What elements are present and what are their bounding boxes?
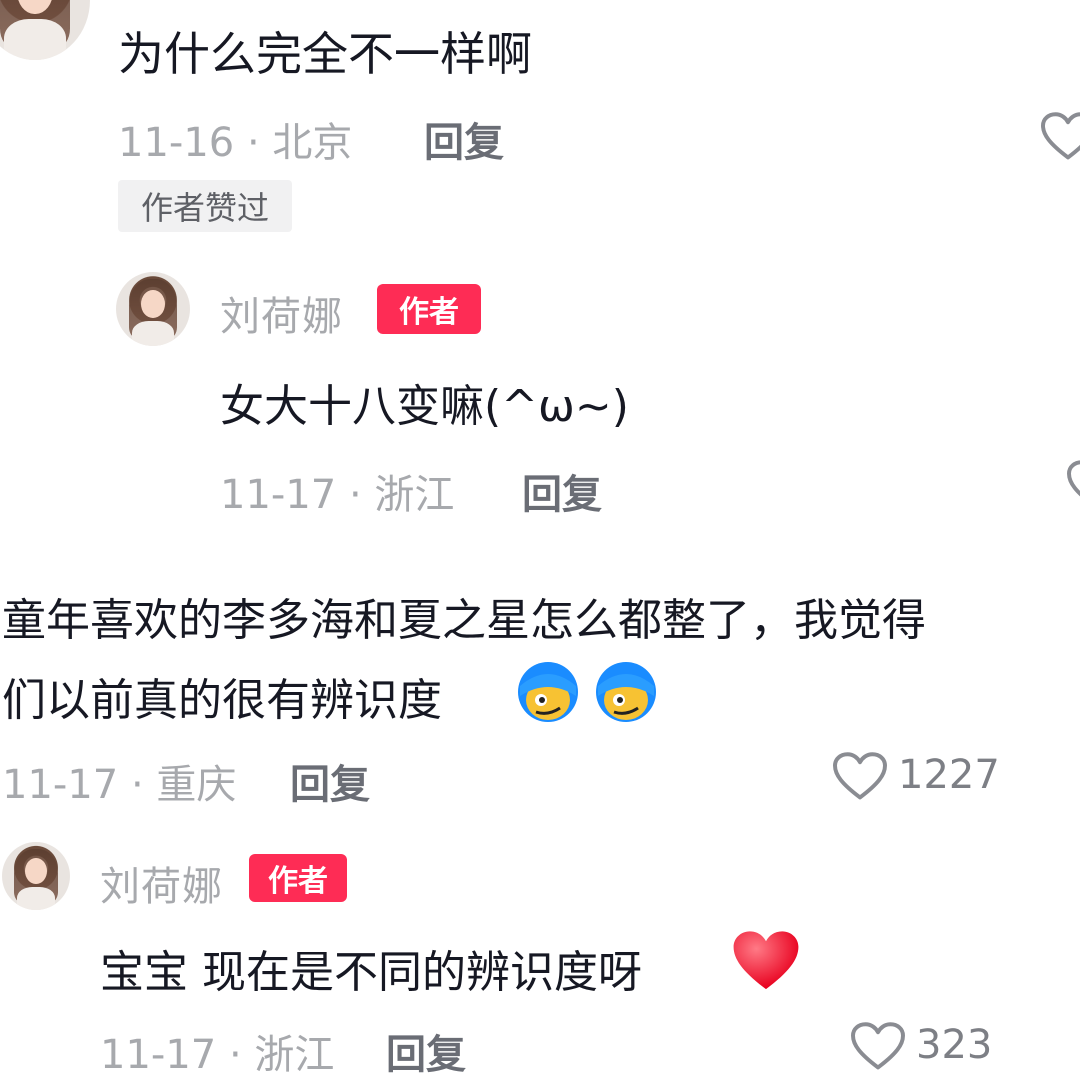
author-avatar[interactable] — [116, 272, 190, 346]
avatar-body — [4, 19, 66, 60]
commenter-avatar-top[interactable] — [0, 0, 90, 60]
reply-button[interactable]: 回复 — [424, 110, 504, 168]
blue-hair-face-emoji — [518, 662, 578, 722]
author-liked-tag: 作者赞过 — [118, 180, 292, 232]
comment-text: 宝宝 现在是不同的辨识度呀 — [100, 947, 642, 998]
reply-button[interactable]: 回复 — [522, 462, 602, 520]
author-name[interactable]: 刘荷娜 — [100, 854, 223, 912]
heart-outline-icon[interactable] — [850, 1022, 906, 1072]
avatar-face — [25, 858, 47, 885]
heart-outline-icon[interactable] — [1066, 460, 1080, 510]
heart-outline-icon[interactable] — [1040, 112, 1080, 162]
comment-text: 女大十八变嘛(^ω~) — [220, 381, 629, 432]
reply-button[interactable]: 回复 — [386, 1022, 466, 1080]
comment-text-line1: 童年喜欢的李多海和夏之星怎么都整了，我觉得 — [2, 595, 926, 646]
comment-date-location: 11-17 · 浙江 — [220, 472, 455, 518]
like-count: 323 — [916, 1022, 993, 1068]
author-badge: 作者 — [249, 854, 347, 902]
comment-date-location: 11-17 · 重庆 — [2, 762, 237, 808]
author-avatar[interactable] — [2, 842, 70, 910]
reply-button[interactable]: 回复 — [290, 752, 370, 810]
like-count: 1227 — [898, 752, 1000, 798]
comment-date-location: 11-16 · 北京 — [118, 120, 353, 166]
comment-text-line2: 们以前真的很有辨识度 — [2, 675, 442, 726]
comment-text: 为什么完全不一样啊 — [118, 27, 532, 81]
author-name[interactable]: 刘荷娜 — [220, 284, 343, 342]
author-badge: 作者 — [377, 284, 481, 334]
heart-outline-icon[interactable] — [832, 752, 888, 802]
avatar-face — [141, 289, 165, 318]
avatar-body — [16, 886, 56, 910]
comment-date-location: 11-17 · 浙江 — [100, 1032, 335, 1078]
avatar-body — [132, 320, 174, 346]
red-heart-emoji — [733, 931, 799, 990]
blue-hair-face-emoji — [596, 662, 656, 722]
